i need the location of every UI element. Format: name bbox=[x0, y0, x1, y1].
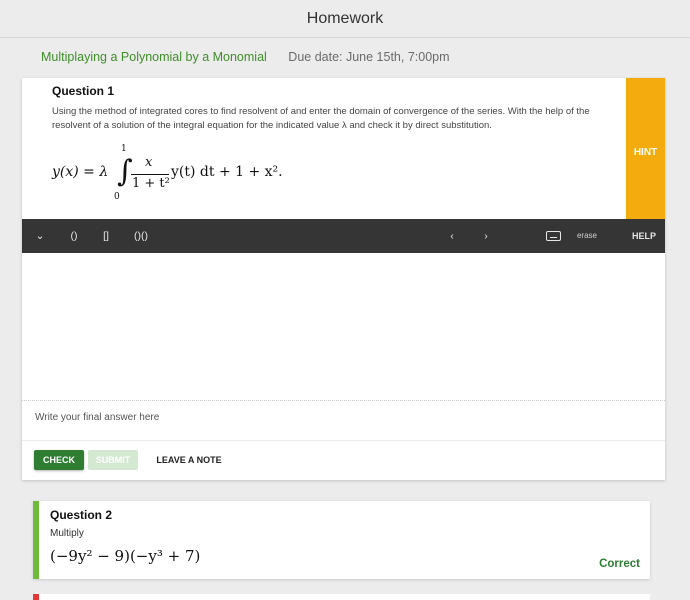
cursor-right-icon[interactable]: › bbox=[478, 219, 494, 253]
integral-lower-limit: 0 bbox=[114, 192, 120, 202]
question-2-card[interactable]: Question 2 Multiply (−9y² − 9)(−y³ + 7) … bbox=[33, 501, 650, 579]
collapse-chevron-icon[interactable]: ⌄ bbox=[32, 219, 48, 253]
fraction-denominator: 1 + t² bbox=[132, 176, 170, 191]
math-toolbar: ⌄ () [] ()() ‹ › erase HELP bbox=[22, 219, 665, 253]
divider bbox=[22, 440, 665, 441]
integral-sign: ∫ bbox=[117, 154, 133, 189]
double-parentheses-button[interactable]: ()() bbox=[128, 219, 154, 253]
integral-equation: y(x) = λ ∫ 1 0 x 1 + t² y(t) dt + 1 + x²… bbox=[52, 144, 352, 204]
fraction-numerator: x bbox=[145, 155, 153, 170]
equation-lhs: y(x) = λ bbox=[52, 164, 109, 180]
help-button[interactable]: HELP bbox=[629, 219, 659, 253]
equation-tail: y(t) dt + 1 + x². bbox=[171, 164, 283, 180]
fraction-bar bbox=[131, 174, 169, 175]
status-correct: Correct bbox=[599, 558, 640, 570]
hint-button[interactable]: HINT bbox=[626, 78, 665, 219]
work-area[interactable] bbox=[22, 253, 665, 401]
question-3-card[interactable] bbox=[33, 594, 650, 600]
page-title: Homework bbox=[306, 10, 384, 27]
question-text: Using the method of integrated cores to … bbox=[52, 106, 590, 131]
integral-upper-limit: 1 bbox=[121, 144, 127, 154]
question-instruction: Multiply bbox=[50, 528, 84, 539]
question-title: Question 1 bbox=[52, 84, 115, 98]
question-1-card: Question 1 Using the method of integrate… bbox=[22, 78, 665, 480]
top-bar: Homework bbox=[0, 0, 690, 38]
parentheses-button[interactable]: () bbox=[66, 219, 82, 253]
keyboard-icon[interactable] bbox=[545, 219, 561, 253]
assignment-name[interactable]: Multiplaying a Polynomial by a Monomial bbox=[41, 50, 267, 64]
cursor-left-icon[interactable]: ‹ bbox=[444, 219, 460, 253]
leave-note-button[interactable]: LEAVE A NOTE bbox=[154, 450, 224, 470]
question-title: Question 2 bbox=[50, 508, 113, 522]
erase-button[interactable]: erase bbox=[575, 219, 599, 253]
due-date: Due date: June 15th, 7:00pm bbox=[288, 50, 450, 64]
check-button[interactable]: CHECK bbox=[34, 450, 84, 470]
brackets-button[interactable]: [] bbox=[100, 219, 112, 253]
question-expression: (−9y² − 9)(−y³ + 7) bbox=[50, 547, 201, 565]
final-answer-input[interactable]: Write your final answer here bbox=[35, 412, 159, 423]
assignment-header: Multiplaying a Polynomial by a Monomial … bbox=[41, 50, 450, 64]
submit-button[interactable]: SUBMIT bbox=[88, 450, 138, 470]
